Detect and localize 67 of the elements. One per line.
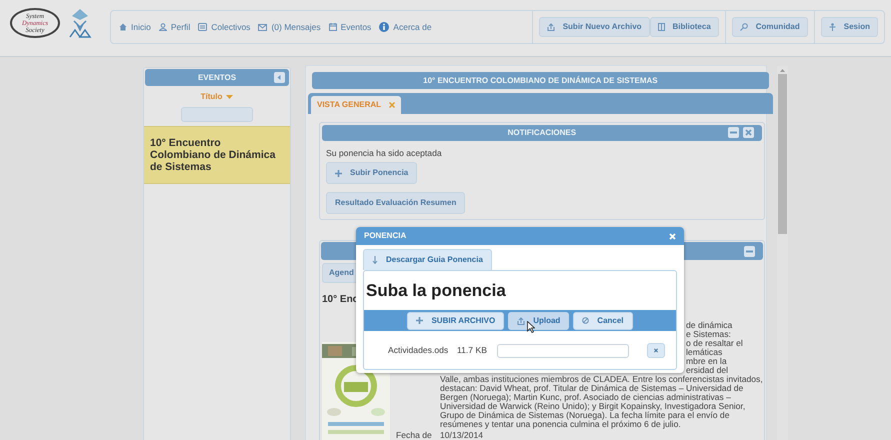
download-icon	[372, 256, 378, 264]
close-icon[interactable]	[389, 102, 396, 108]
file-size: 11.7 KB	[457, 346, 488, 355]
info-icon	[379, 22, 390, 32]
plus-icon	[335, 170, 342, 176]
nav-link[interactable]: Eventos	[328, 20, 372, 34]
text-line: e Sistemas:	[686, 330, 732, 339]
collapse-icon[interactable]	[274, 72, 285, 83]
field-label: Fecha de	[396, 431, 433, 440]
nav-link[interactable]: Perfil	[158, 20, 190, 34]
home-icon	[119, 23, 127, 31]
card-header: NOTIFICACIONES	[322, 125, 762, 141]
tab[interactable]: VISTA GENERAL	[311, 96, 402, 114]
column-sort-label[interactable]: Título	[200, 91, 222, 103]
upload-icon	[517, 316, 526, 324]
remove-button[interactable]	[647, 343, 665, 358]
emblem-icon	[68, 8, 92, 38]
text-line: Universidad de Warwick (Reino Unido); y Birgit Kopainsky, Investigadora Senior,	[440, 402, 746, 411]
event-item[interactable]: 10° Encuentro Colombiano de Dinámica de Sistemas	[144, 126, 290, 184]
nav-link[interactable]: Acerca de	[379, 20, 432, 34]
action-button[interactable]: Resultado Evaluación Resumen	[326, 192, 466, 214]
date-value: 10/13/2014	[440, 431, 484, 440]
minimize-icon[interactable]	[728, 127, 739, 138]
nav-link[interactable]: Colectivos	[198, 20, 250, 34]
nav-link[interactable]: (0) Mensajes	[258, 20, 321, 34]
nav-link[interactable]: Inicio	[119, 20, 151, 34]
text-line: o de resaltar el	[686, 339, 744, 348]
text-line: de dinámica	[686, 321, 734, 330]
event-title-bar: 10° ENCUENTRO COLOMBIANO DE DINÁMICA DE SISTEMAS	[312, 72, 769, 89]
calendar-icon	[328, 23, 337, 31]
book-icon	[658, 23, 665, 31]
close-icon	[654, 348, 658, 353]
text-line: Grupo de Dinámica de Sistemas (Noruega). La fecha límite para el envío de	[440, 411, 730, 420]
search-icon	[740, 23, 748, 31]
scrollbar-thumb[interactable]	[778, 74, 787, 234]
text-line: Valle, ambas instituciones miembros de CLADEA. Entre los conferencistas invitados,	[440, 375, 763, 384]
toolbar-button[interactable]: Sesion	[820, 17, 878, 37]
text-line: ersidad del	[686, 366, 730, 375]
plus-icon	[416, 317, 424, 324]
person-icon	[828, 23, 836, 31]
filter-field[interactable]	[181, 107, 253, 122]
cursor-icon	[527, 320, 536, 332]
list-icon	[198, 23, 208, 31]
dialog-heading: Suba la ponencia	[365, 280, 507, 302]
toolbar-button[interactable]: Comunidad	[732, 17, 808, 37]
toolbar-button[interactable]: Subir Nuevo Archivo	[538, 17, 650, 37]
text-line: lemáticas	[686, 348, 724, 357]
sort-icon	[226, 95, 234, 99]
cancel-icon	[582, 317, 590, 324]
download-button[interactable]: Descargar Guia Ponencia	[363, 249, 492, 270]
upload-icon	[546, 23, 555, 31]
user-icon	[158, 23, 167, 31]
text-line: Bergen (Noruega); Martin Kunc, prof. Asociado de ciencias administrativas –	[440, 393, 732, 402]
envelope-icon	[258, 24, 268, 30]
upload-action-button[interactable]: SUBIR ARCHIVO	[407, 312, 504, 330]
dialog-title-bar: PONENCIA	[356, 227, 684, 245]
file-name: Actividades.ods	[388, 346, 450, 355]
panel-header: EVENTOS	[145, 69, 289, 86]
text-line: mbre en la	[686, 357, 728, 366]
close-icon[interactable]	[742, 127, 754, 138]
action-button[interactable]: Subir Ponencia	[326, 162, 418, 184]
text-line: resúmenes y tentar una ponencia culmina el próximo 6 de julio.	[440, 420, 681, 429]
minimize-icon[interactable]	[744, 246, 755, 256]
toolbar-button[interactable]: Biblioteca	[650, 17, 719, 37]
notification-message: Su ponencia ha sido aceptada	[326, 149, 443, 158]
upload-action-button[interactable]: Cancel	[573, 312, 633, 330]
text-line: destacan: David Wheat, prof. Titular de Dinámica de Sistemas – Universidad de	[440, 384, 744, 393]
